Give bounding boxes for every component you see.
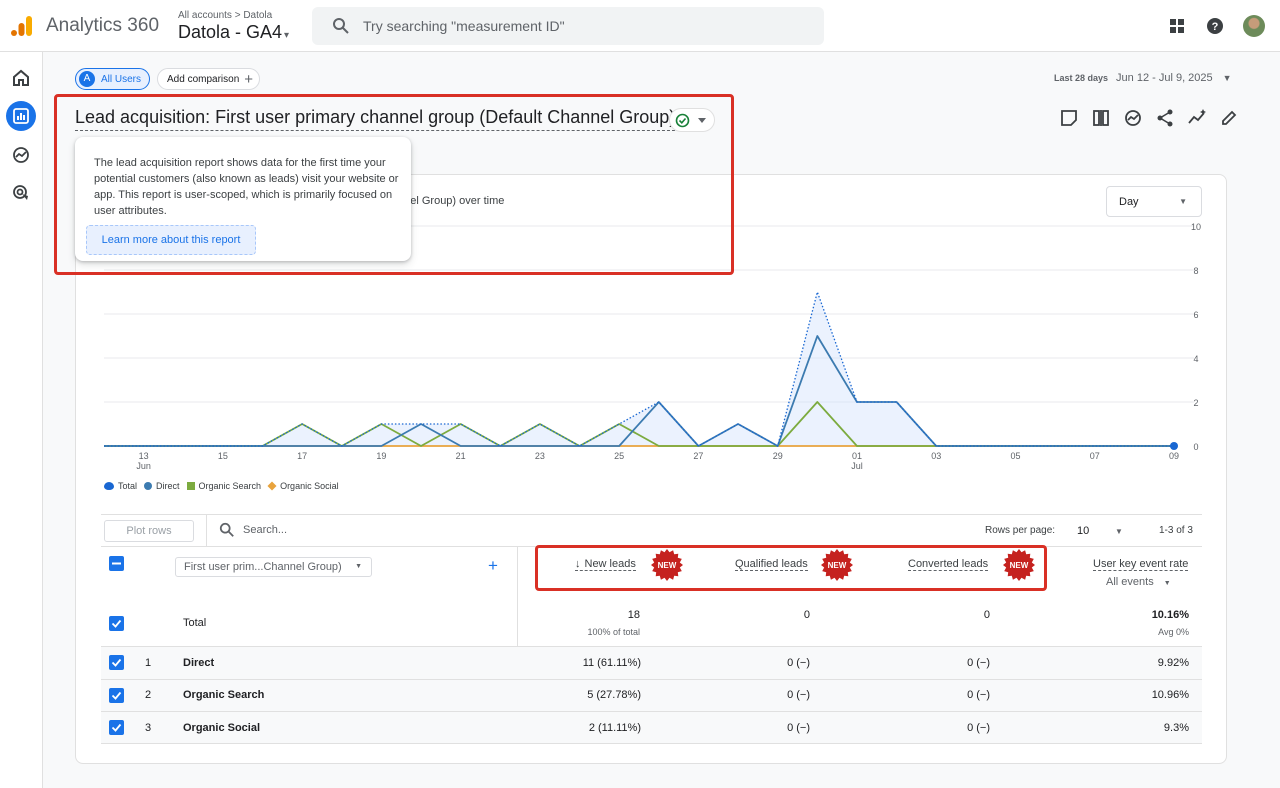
search-icon <box>219 522 234 537</box>
legend-label: Organic Search <box>198 481 262 491</box>
user-key-event-rate-header[interactable]: User key event rate <box>1093 558 1189 571</box>
row-converted: 0 (−) <box>967 722 990 734</box>
event-filter-label: All events <box>1106 576 1154 588</box>
row-rate: 9.3% <box>1163 722 1189 734</box>
legend-swatch <box>144 482 153 490</box>
row-new-leads: 2 (11.11%) <box>588 722 641 734</box>
row-channel-name: Organic Social <box>183 722 261 734</box>
x-tick-label: 15 <box>218 451 228 461</box>
row-converted: 0 (−) <box>967 689 990 701</box>
x-tick-label: 23 <box>535 451 545 461</box>
total-new-leads-share: 100% of total <box>587 627 640 637</box>
y-tick-label: 2 <box>1193 398 1198 408</box>
x-tick-label: 17 <box>297 451 307 461</box>
divider <box>206 515 207 547</box>
rows-per-page-label: Rows per page: <box>985 525 1056 536</box>
legend-swatch <box>104 482 114 490</box>
x-tick-label: 21 <box>456 451 466 461</box>
y-tick-label: 10 <box>1191 222 1201 232</box>
x-tick-label: 09 <box>1169 451 1179 461</box>
row-checkbox[interactable] <box>109 688 124 703</box>
chevron-down-icon: ▼ <box>355 563 362 570</box>
row-channel-name: Direct <box>183 657 215 669</box>
select-all-checkbox[interactable] <box>109 556 124 571</box>
add-dimension-button[interactable]: + <box>488 556 498 576</box>
row-new-leads: 11 (61.11%) <box>582 657 641 669</box>
event-filter-select[interactable]: All events ▼ <box>1106 576 1171 588</box>
legend-item[interactable]: Organic Search <box>186 481 262 491</box>
row-checkbox[interactable] <box>109 616 124 631</box>
x-tick-month-label: Jul <box>851 461 863 471</box>
legend-item[interactable]: Direct <box>144 481 180 491</box>
x-tick-label: 03 <box>931 451 941 461</box>
chevron-down-icon[interactable]: ▼ <box>1115 527 1123 536</box>
table-search-input[interactable]: Search... <box>243 524 287 536</box>
legend-swatch <box>267 481 277 491</box>
highlight-box <box>535 545 1047 591</box>
row-index: 3 <box>145 722 152 734</box>
y-tick-label: 4 <box>1193 354 1198 364</box>
y-tick-label: 8 <box>1193 266 1198 276</box>
row-rate: 9.92% <box>1157 657 1189 669</box>
y-tick-label: 0 <box>1193 442 1198 452</box>
divider <box>101 743 1202 744</box>
legend-label: Direct <box>156 481 180 491</box>
x-tick-label: 13 <box>139 451 149 461</box>
chevron-down-icon: ▼ <box>1163 580 1171 587</box>
row-index: 1 <box>145 657 152 669</box>
total-rate: 10.16% <box>1151 609 1189 621</box>
series-end-marker <box>1170 442 1178 450</box>
legend-swatch <box>186 482 195 490</box>
x-tick-label: 01 <box>852 451 862 461</box>
x-tick-label: 05 <box>1010 451 1020 461</box>
divider <box>101 514 1202 515</box>
x-tick-label: 25 <box>614 451 624 461</box>
x-tick-label: 07 <box>1090 451 1100 461</box>
legend-label: Total <box>118 481 138 491</box>
row-rate: 10.96% <box>1151 689 1189 701</box>
x-tick-month-label: Jun <box>136 461 151 471</box>
row-channel-name: Organic Search <box>183 689 265 701</box>
total-converted: 0 <box>983 609 990 621</box>
row-qualified: 0 (−) <box>787 689 810 701</box>
total-new-leads: 18 <box>627 609 640 621</box>
table-row[interactable] <box>101 712 1202 743</box>
chart-legend: Total Direct Organic Search Organic Social <box>104 481 346 491</box>
legend-item[interactable]: Organic Social <box>267 481 339 491</box>
x-tick-label: 29 <box>773 451 783 461</box>
x-tick-label: 27 <box>693 451 703 461</box>
dimension-select[interactable]: First user prim...Channel Group) ▼ <box>175 557 372 577</box>
row-qualified: 0 (−) <box>787 657 810 669</box>
highlight-box <box>54 94 734 275</box>
row-checkbox[interactable] <box>109 655 124 670</box>
total-rate-avg: Avg 0% <box>1158 627 1189 637</box>
rows-per-page-select[interactable]: 10 <box>1077 525 1089 537</box>
legend-item[interactable]: Total <box>104 481 137 491</box>
row-new-leads: 5 (27.78%) <box>587 689 641 701</box>
y-tick-label: 6 <box>1193 310 1198 320</box>
plot-rows-button[interactable]: Plot rows <box>104 520 194 542</box>
total-qualified: 0 <box>803 609 810 621</box>
row-index: 2 <box>145 689 152 701</box>
row-checkbox[interactable] <box>109 720 124 735</box>
x-tick-label: 19 <box>376 451 386 461</box>
row-qualified: 0 (−) <box>787 722 810 734</box>
pagination-range: 1-3 of 3 <box>1159 525 1193 536</box>
row-converted: 0 (−) <box>967 657 990 669</box>
total-label: Total <box>183 617 207 629</box>
legend-label: Organic Social <box>280 481 339 491</box>
table-row[interactable] <box>101 647 1202 679</box>
dimension-label: First user prim...Channel Group) <box>184 561 342 573</box>
table-row[interactable] <box>101 680 1202 711</box>
